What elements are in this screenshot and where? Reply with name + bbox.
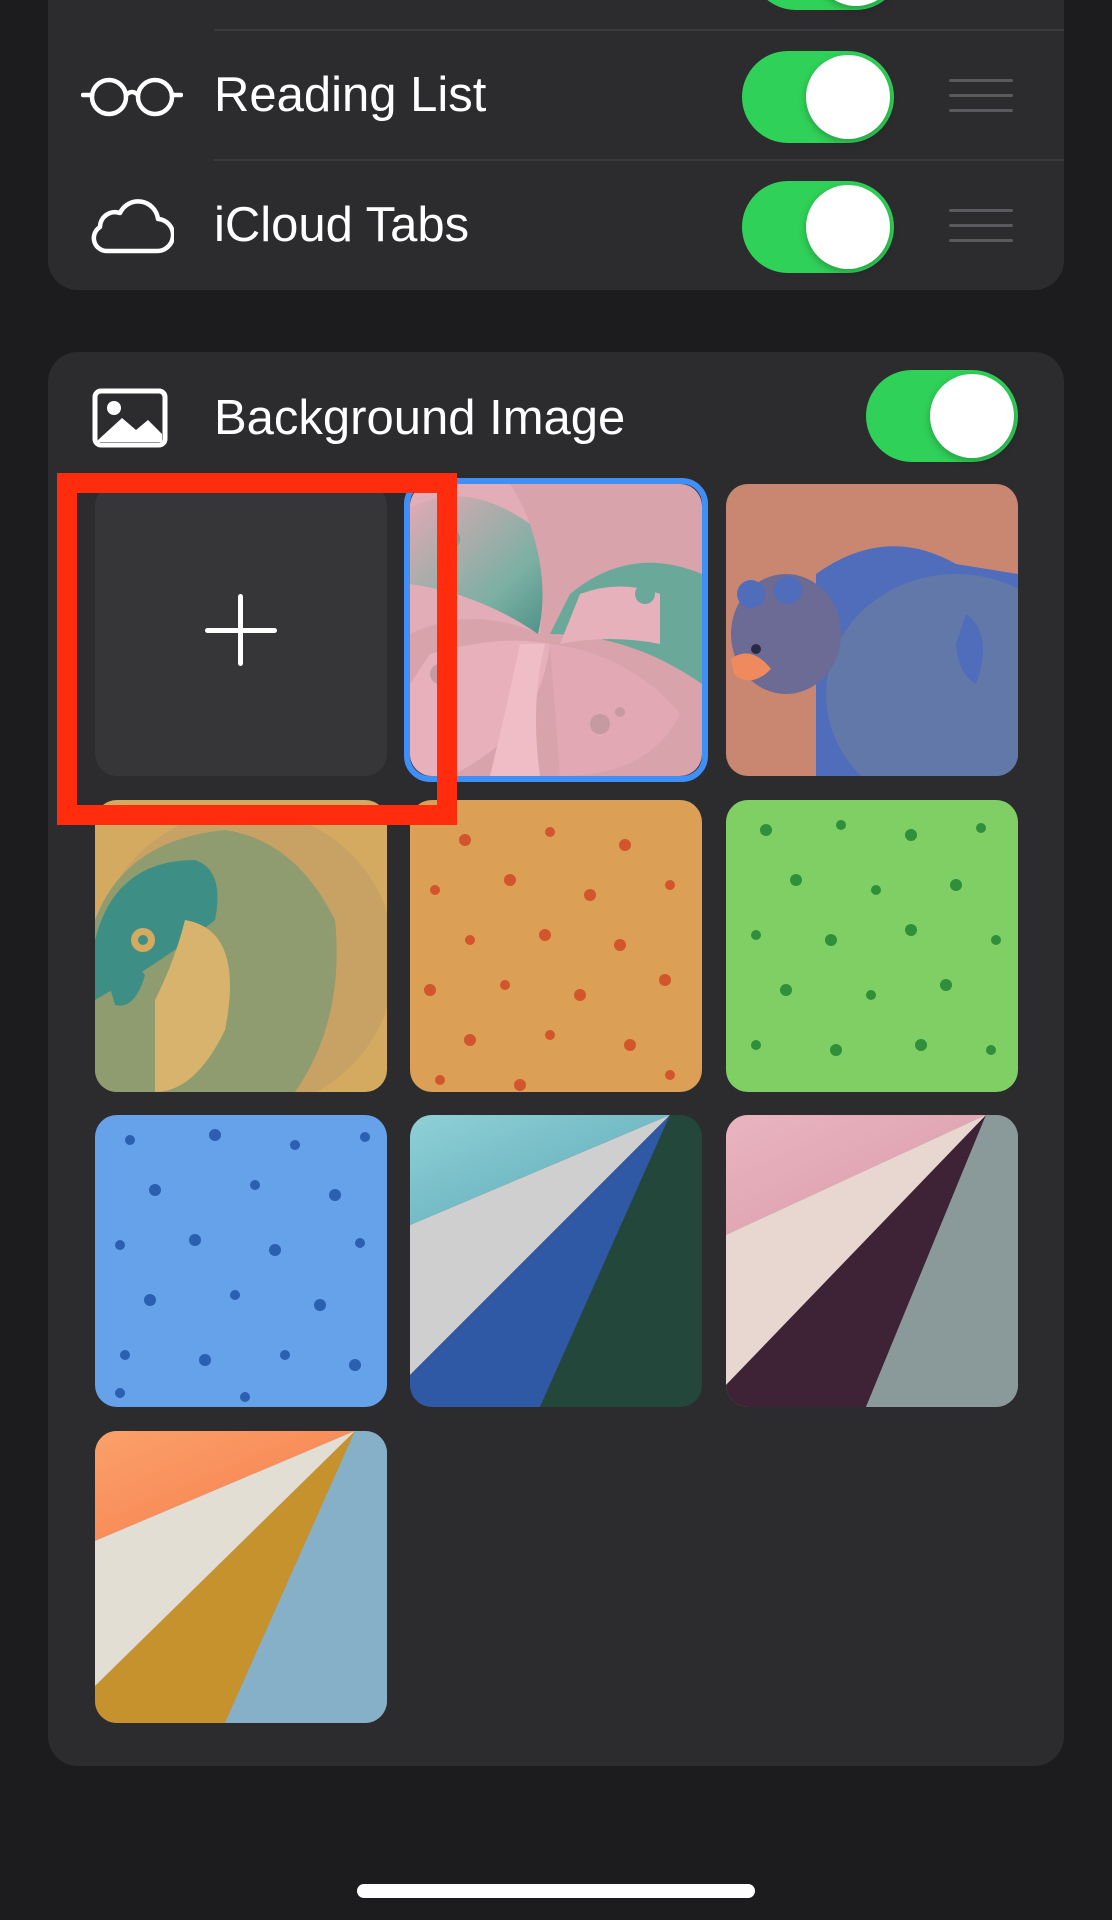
icloud-tabs-toggle[interactable] (742, 181, 894, 273)
reorder-handle-icon[interactable] (949, 79, 1013, 113)
home-indicator[interactable] (357, 1884, 755, 1898)
wallpaper-ocean-pattern[interactable] (95, 1115, 387, 1407)
glasses-icon (80, 71, 184, 121)
wallpaper-bear[interactable] (726, 484, 1018, 776)
reading-list-row[interactable]: Reading List (48, 31, 1064, 160)
selected-wallpaper-ring (404, 478, 708, 782)
wallpaper-dinosaur-pattern[interactable] (726, 800, 1018, 1092)
cloud-icon (88, 197, 176, 257)
prev-row-toggle[interactable] (750, 0, 902, 10)
background-image-label: Background Image (214, 391, 626, 445)
wallpaper-parrot[interactable] (95, 800, 387, 1092)
reading-list-label: Reading List (214, 68, 487, 122)
favorites-section: Reading List iCloud Tabs (48, 0, 1064, 290)
add-image-button[interactable] (95, 484, 387, 776)
wallpaper-food-pattern[interactable] (410, 800, 702, 1092)
reorder-handle-icon[interactable] (949, 209, 1013, 243)
photo-icon (92, 388, 168, 448)
background-image-toggle[interactable] (866, 370, 1018, 462)
icloud-tabs-label: iCloud Tabs (214, 198, 470, 252)
wallpaper-folded-pink-plum[interactable] (726, 1115, 1018, 1407)
reading-list-toggle[interactable] (742, 51, 894, 143)
wallpaper-folded-orange-gold[interactable] (95, 1431, 387, 1723)
icloud-tabs-row[interactable]: iCloud Tabs (48, 161, 1064, 290)
wallpaper-folded-blue-green[interactable] (410, 1115, 702, 1407)
